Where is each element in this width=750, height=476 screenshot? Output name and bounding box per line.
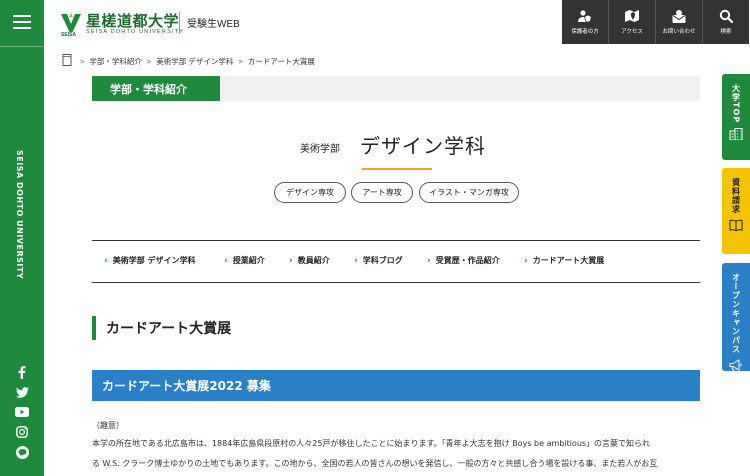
- nav-contact[interactable]: お問い合わせ: [655, 0, 702, 44]
- youtube-icon[interactable]: [12, 404, 32, 420]
- float-label: 資料請求: [731, 178, 741, 214]
- breadcrumb-separator: >: [80, 56, 85, 66]
- subnav-item[interactable]: › 教員紹介: [289, 255, 330, 266]
- chevron-right-icon: ›: [224, 255, 228, 266]
- subnav-item[interactable]: › 受賞歴・作品紹介: [427, 255, 500, 266]
- body-text-line: 本学の所在地である北広島市は、1884年広島県段原村の人々25戸が移住したことに…: [92, 439, 651, 448]
- section-tag: 学部・学科紹介: [92, 76, 220, 101]
- university-name-english: SEISA DOHTO UNIVERSITY: [86, 29, 185, 35]
- subnav-border-top: [92, 240, 700, 241]
- header-divider: [179, 12, 180, 34]
- breadcrumb-item-current: カードアート大賞展: [247, 56, 315, 66]
- megaphone-icon: [729, 359, 742, 371]
- exam-web-link[interactable]: 受験生WEB: [187, 15, 240, 30]
- university-top-button[interactable]: 大学TOP: [722, 74, 750, 160]
- tag-art-major[interactable]: アート専攻: [351, 182, 413, 203]
- nav-label: 保護者の方: [571, 28, 599, 35]
- subnav-item[interactable]: › 授業紹介: [224, 255, 265, 266]
- subnav-border-bottom: [92, 282, 700, 283]
- body-text-line: る W.S. クラーク博士ゆかりの土地でもあります。この地から、全国の若人の皆さ…: [92, 459, 658, 468]
- nav-label: アクセス: [621, 29, 643, 35]
- sidebar-vertical-text: SEISA DOHTO UNIVERSITY: [15, 150, 24, 280]
- request-materials-button[interactable]: 資料請求: [722, 168, 750, 254]
- subnav-label: 受賞歴・作品紹介: [435, 256, 500, 265]
- twitter-icon[interactable]: [12, 384, 32, 400]
- chevron-right-icon: ›: [427, 255, 431, 266]
- sidebar-divider: [0, 46, 44, 47]
- university-logo-icon[interactable]: [60, 12, 82, 34]
- chevron-right-icon: ›: [524, 255, 528, 266]
- faculty-label: 美術学部: [300, 144, 340, 155]
- nav-search[interactable]: 検索: [702, 0, 749, 44]
- home-icon[interactable]: [62, 54, 72, 68]
- line-icon[interactable]: [12, 444, 32, 460]
- section-banner: カードアート大賞展2022 募集: [92, 370, 700, 401]
- subnav-item-current[interactable]: › カードアート大賞展: [524, 255, 604, 266]
- page-heading: カードアート大賞展: [106, 321, 232, 337]
- subnav-label: 学科ブログ: [362, 256, 403, 265]
- instagram-icon[interactable]: [12, 424, 32, 440]
- university-name[interactable]: 星槎道都大学: [86, 10, 179, 31]
- book-icon: [729, 219, 743, 231]
- subnav-label: 授業紹介: [232, 256, 265, 265]
- subnav-label: 美術学部 デザイン学科: [112, 256, 196, 265]
- nav-label: 検索: [720, 29, 732, 35]
- float-label: 大学TOP: [731, 84, 741, 124]
- chevron-right-icon: ›: [289, 255, 293, 266]
- page-title: デザイン学科: [360, 134, 486, 158]
- tag-illustration-major[interactable]: イラスト・マンガ専攻: [419, 182, 519, 203]
- float-label: オープンキャンパス: [731, 273, 741, 354]
- logo-mark-text: SEISA: [61, 32, 77, 38]
- mail-icon: [672, 10, 686, 23]
- breadcrumb-item[interactable]: 美術学部 デザイン学科: [156, 56, 233, 67]
- facebook-icon[interactable]: [12, 364, 32, 380]
- menu-button[interactable]: [0, 0, 44, 44]
- subnav-label: カードアート大賞展: [532, 256, 605, 265]
- search-icon: [719, 9, 733, 23]
- subnav-item[interactable]: › 美術学部 デザイン学科: [104, 255, 196, 266]
- chevron-right-icon: ›: [104, 255, 108, 266]
- subnav-label: 教員紹介: [297, 256, 330, 265]
- purpose-label: （趣意）: [92, 421, 124, 430]
- nav-parents[interactable]: 保護者の方: [562, 0, 608, 44]
- map-icon: [625, 10, 639, 22]
- chevron-right-icon: ›: [354, 255, 358, 266]
- nav-label: お問い合わせ: [662, 29, 696, 35]
- breadcrumb-separator: >: [238, 56, 243, 66]
- nav-access[interactable]: アクセス: [608, 0, 655, 44]
- parent-icon: [578, 9, 592, 23]
- open-campus-button[interactable]: オープンキャンパス: [722, 263, 750, 371]
- breadcrumb: > 学部・学科紹介 > 美術学部 デザイン学科 > カードアート大賞展: [62, 54, 315, 68]
- top-nav: 保護者の方 アクセス お問い合わせ 検索: [562, 0, 750, 44]
- tag-design-major[interactable]: デザイン専攻: [274, 182, 346, 203]
- subnav-item[interactable]: › 学科ブログ: [354, 255, 403, 266]
- breadcrumb-separator: >: [146, 56, 152, 66]
- heading-accent-bar: [92, 316, 96, 340]
- title-underline: [362, 168, 432, 170]
- building-icon: [729, 128, 743, 141]
- breadcrumb-item[interactable]: 学部・学科紹介: [89, 56, 142, 67]
